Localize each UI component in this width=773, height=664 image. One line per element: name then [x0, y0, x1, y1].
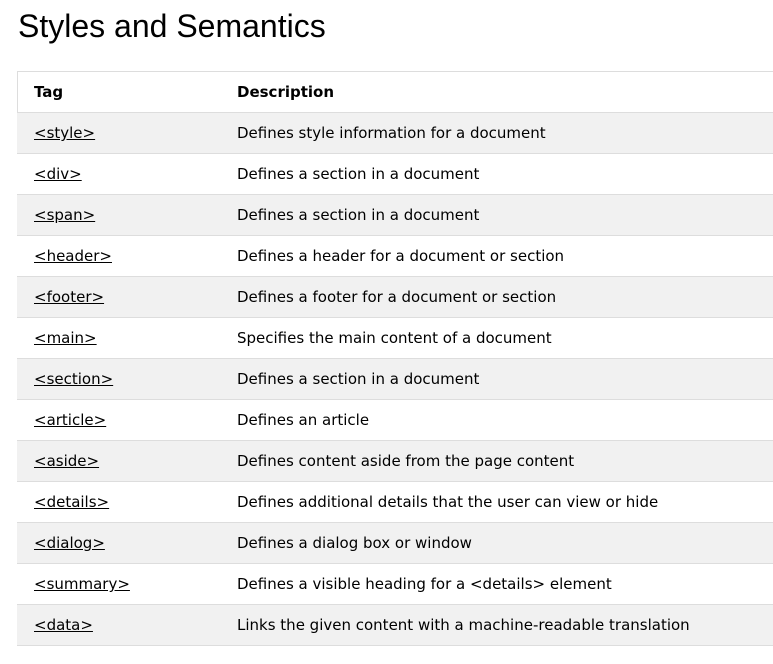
table-row: <aside> Defines content aside from the pa…	[17, 440, 773, 482]
tag-link[interactable]: <footer>	[34, 288, 104, 306]
column-header-description: Description	[237, 83, 335, 101]
tag-link[interactable]: <section>	[34, 370, 113, 388]
tag-cell: <section>	[17, 359, 220, 400]
table-row: <article> Defines an article	[17, 399, 773, 441]
table-row: <span> Defines a section in a document	[17, 194, 773, 236]
tag-link[interactable]: <aside>	[34, 452, 99, 470]
tag-link[interactable]: <div>	[34, 165, 82, 183]
tag-cell: <details>	[17, 482, 220, 523]
table-row: <data> Links the given content with a mac…	[17, 604, 773, 646]
tag-link[interactable]: <span>	[34, 206, 95, 224]
column-header-tag: Tag	[34, 83, 64, 101]
tag-cell: <style>	[17, 113, 220, 154]
description-cell: Defines a section in a document	[237, 370, 480, 388]
table-row: <div> Defines a section in a document	[17, 153, 773, 195]
tag-cell: <span>	[17, 195, 220, 236]
table-header-row: Tag Description	[17, 71, 773, 113]
page-title: Styles and Semantics	[18, 8, 326, 44]
table-row: <dialog> Defines a dialog box or window	[17, 522, 773, 564]
description-cell: Defines a header for a document or secti…	[237, 247, 565, 265]
description-cell: Defines a footer for a document or secti…	[237, 288, 557, 306]
table-row: <footer> Defines a footer for a document …	[17, 276, 773, 318]
tag-link[interactable]: <details>	[34, 493, 109, 511]
table-row: <main> Specifies the main content of a do…	[17, 317, 773, 359]
tag-link[interactable]: <summary>	[34, 575, 130, 593]
description-cell: Defines style information for a document	[237, 124, 546, 142]
tag-link[interactable]: <header>	[34, 247, 112, 265]
tag-link[interactable]: <main>	[34, 329, 97, 347]
tag-reference-table: Tag Description <style> Defines style inf…	[17, 71, 773, 646]
tag-cell: <div>	[17, 154, 220, 195]
table-row: <summary> Defines a visible heading for a…	[17, 563, 773, 605]
tag-link[interactable]: <style>	[34, 124, 95, 142]
description-cell: Defines an article	[237, 411, 370, 429]
tag-cell: <article>	[17, 400, 220, 441]
table-body: <style> Defines style information for a d…	[17, 112, 773, 646]
tag-cell: <summary>	[17, 564, 220, 605]
description-cell: Links the given content with a machine-r…	[237, 616, 690, 634]
description-cell: Specifies the main content of a document	[237, 329, 552, 347]
tag-link[interactable]: <data>	[34, 616, 93, 634]
table-row: <details> Defines additional details that…	[17, 481, 773, 523]
tag-link[interactable]: <article>	[34, 411, 106, 429]
tag-link[interactable]: <dialog>	[34, 534, 105, 552]
tag-cell: <data>	[17, 605, 220, 646]
tag-cell: <footer>	[17, 277, 220, 318]
table-row: <section> Defines a section in a document	[17, 358, 773, 400]
description-cell: Defines a visible heading for a <details…	[237, 575, 612, 593]
tag-cell: <dialog>	[17, 523, 220, 564]
table-row: <style> Defines style information for a d…	[17, 112, 773, 154]
tag-cell: <main>	[17, 318, 220, 359]
description-cell: Defines a section in a document	[237, 165, 480, 183]
description-cell: Defines content aside from the page cont…	[237, 452, 575, 470]
description-cell: Defines additional details that the user…	[237, 493, 659, 511]
table-row: <header> Defines a header for a document …	[17, 235, 773, 277]
description-cell: Defines a dialog box or window	[237, 534, 472, 552]
description-cell: Defines a section in a document	[237, 206, 480, 224]
tag-cell: <aside>	[17, 441, 220, 482]
tag-cell: <header>	[17, 236, 220, 277]
